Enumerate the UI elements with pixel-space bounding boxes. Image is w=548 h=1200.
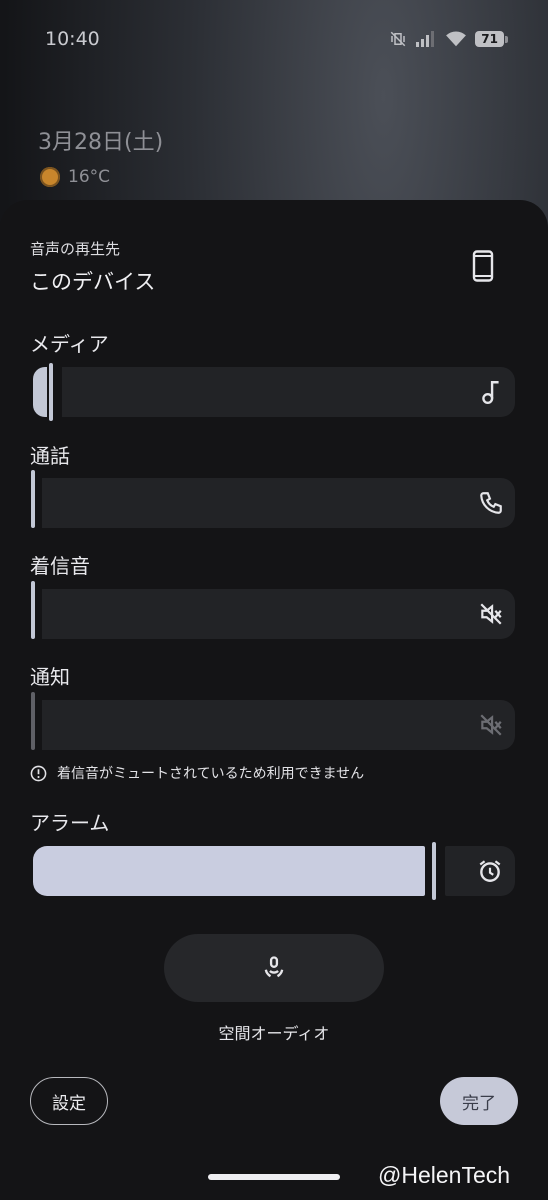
ring-slider-track[interactable] — [42, 589, 515, 639]
call-slider-handle[interactable] — [31, 470, 35, 528]
notification-slider-handle — [31, 692, 35, 750]
spatial-audio-label: 空間オーディオ — [218, 1024, 330, 1043]
ringer-muted-icon — [480, 603, 502, 625]
notification-muted-icon — [480, 714, 502, 736]
settings-button[interactable]: 設定 — [30, 1077, 108, 1125]
watermark: @HelenTech — [378, 1162, 511, 1188]
media-slider-handle[interactable] — [49, 363, 53, 421]
lockscreen-date: 3月28日(土) — [38, 130, 164, 155]
ring-label: 着信音 — [30, 554, 90, 578]
weather-temperature: 16°C — [68, 167, 111, 187]
alarm-slider-fill[interactable] — [33, 846, 425, 896]
alarm-label: アラーム — [30, 811, 110, 835]
info-alert-icon — [30, 765, 47, 781]
wifi-icon — [446, 31, 467, 47]
phone-device-icon[interactable] — [471, 250, 495, 282]
notification-slider-track — [42, 700, 515, 750]
music-note-icon — [482, 381, 499, 405]
status-time: 10:40 — [45, 28, 100, 50]
call-label: 通話 — [30, 444, 70, 468]
spatial-audio-icon — [264, 956, 284, 978]
ring-slider-handle[interactable] — [31, 581, 35, 639]
status-icons: 71 — [389, 30, 508, 48]
home-indicator[interactable] — [208, 1174, 340, 1180]
lockscreen-weather: 16°C — [40, 167, 110, 187]
signal-icon — [416, 31, 435, 47]
media-slider-fill — [33, 367, 47, 417]
status-bar: 10:40 71 — [0, 0, 548, 80]
vibrate-off-icon — [391, 31, 406, 47]
notification-label: 通知 — [30, 665, 70, 689]
call-slider-track[interactable] — [42, 478, 515, 528]
media-label: メディア — [30, 332, 109, 356]
weather-sun-icon — [40, 167, 60, 187]
output-device[interactable]: このデバイス — [30, 266, 155, 296]
output-label: 音声の再生先 — [30, 240, 121, 258]
media-slider-track[interactable] — [62, 367, 515, 417]
phone-call-icon — [480, 492, 502, 514]
alarm-clock-icon — [479, 860, 501, 882]
alarm-slider-handle[interactable] — [432, 842, 436, 900]
spatial-audio-button[interactable] — [164, 934, 384, 1002]
battery-icon: 71 — [475, 31, 508, 47]
done-button[interactable]: 完了 — [440, 1077, 518, 1125]
mute-warning-text: 着信音がミュートされているため利用できません — [57, 766, 365, 782]
mute-warning: 着信音がミュートされているため利用できません — [30, 763, 364, 783]
